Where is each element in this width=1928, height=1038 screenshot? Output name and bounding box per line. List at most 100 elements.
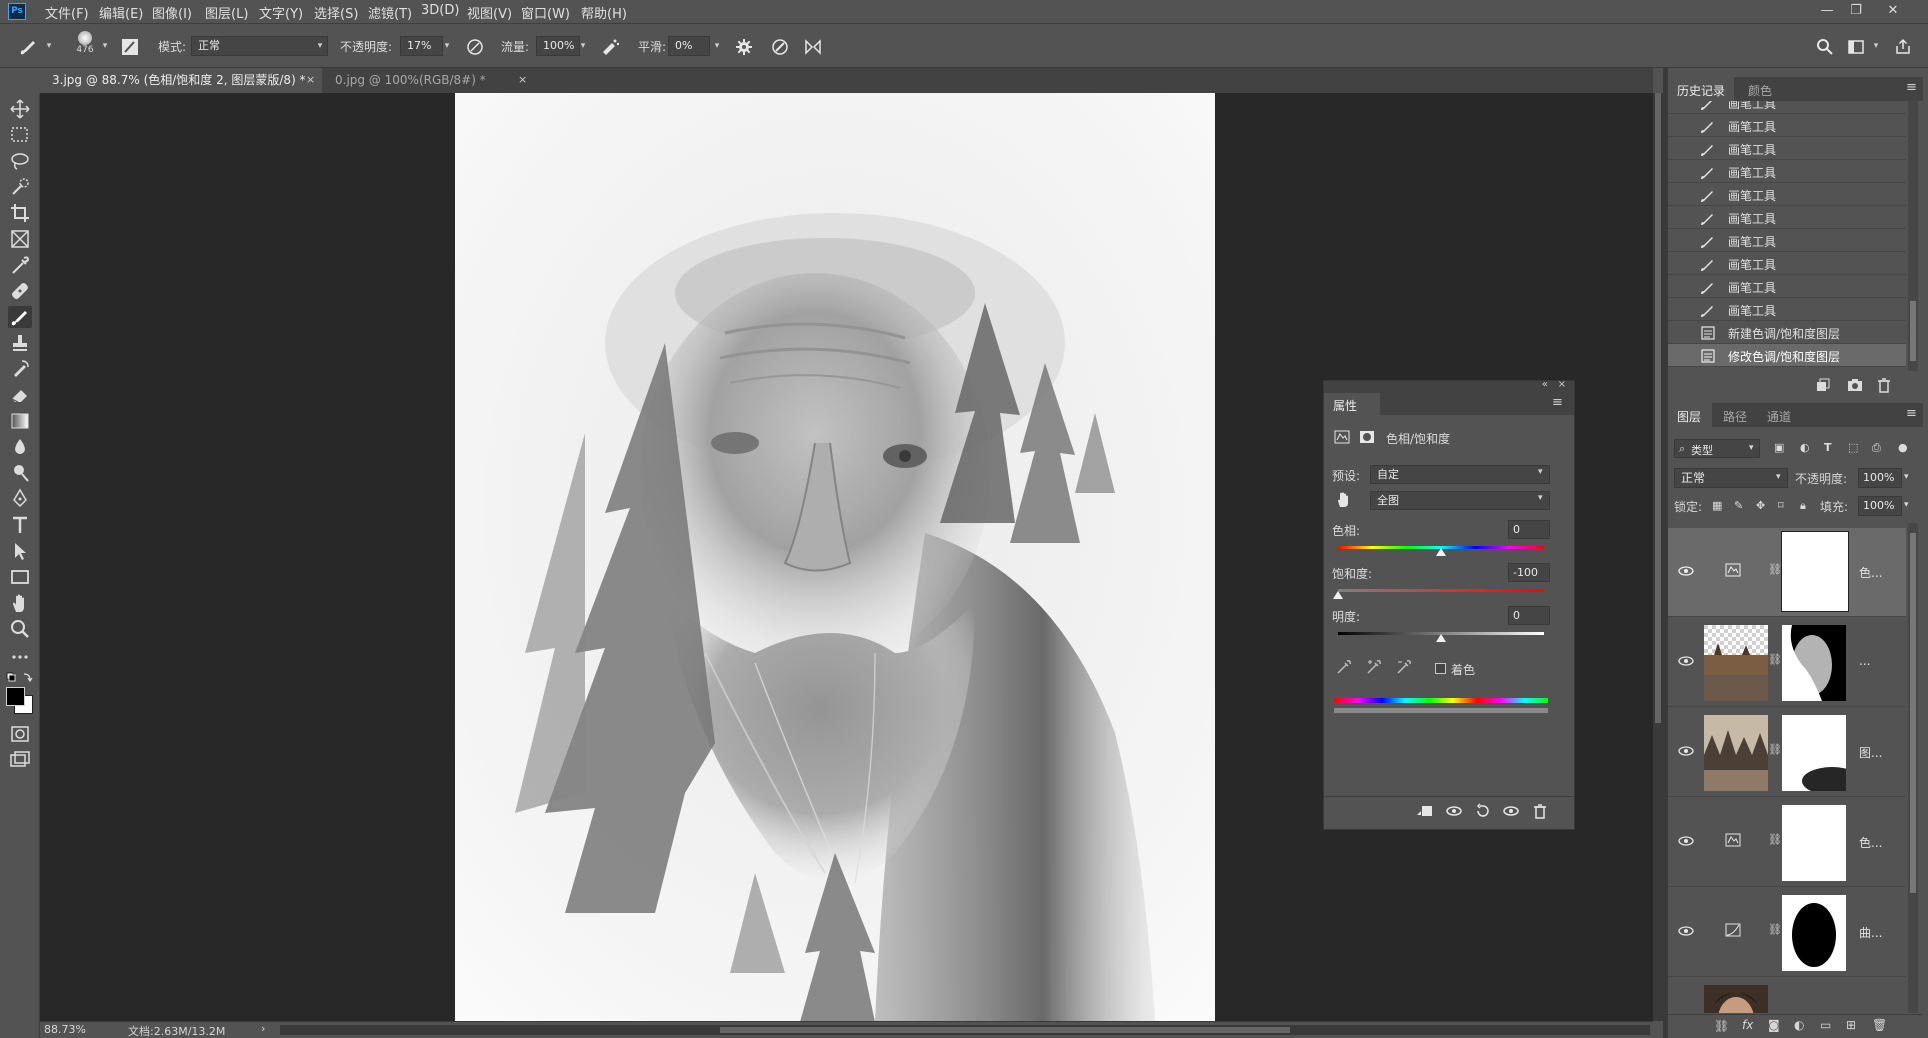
layer-name[interactable]: ... bbox=[1859, 654, 1870, 668]
panel-menu-icon[interactable]: ≡ bbox=[1552, 395, 1563, 410]
preset-select-arrow[interactable]: ▾ bbox=[1538, 467, 1543, 477]
menu-type[interactable]: 文字(Y) bbox=[259, 3, 303, 22]
layer-thumbnail[interactable] bbox=[1704, 625, 1768, 701]
mask-icon[interactable] bbox=[1359, 430, 1375, 444]
layer-row[interactable]: ⛓ 图... bbox=[1668, 708, 1906, 797]
tab-layers[interactable]: 图层 bbox=[1677, 408, 1701, 425]
gradient-icon[interactable] bbox=[8, 410, 32, 432]
trash-icon[interactable]: 🗑︎ bbox=[1872, 1018, 1887, 1032]
fill-field[interactable]: 100% bbox=[1858, 496, 1902, 516]
trash-icon[interactable] bbox=[1876, 377, 1892, 393]
brush-size-arrow[interactable]: ▾ bbox=[98, 36, 112, 56]
pen-icon[interactable] bbox=[8, 488, 32, 510]
minimize-button[interactable]: — bbox=[1817, 2, 1837, 20]
brush-icon[interactable] bbox=[18, 37, 38, 57]
close-window-button[interactable]: ✕ bbox=[1883, 2, 1903, 20]
brush-preset-picker[interactable]: 476 bbox=[73, 29, 97, 63]
layer-mask-thumbnail[interactable] bbox=[1782, 895, 1846, 971]
swap-colors-icon[interactable] bbox=[6, 671, 34, 685]
fx-icon[interactable]: fx bbox=[1742, 1018, 1753, 1032]
healing-icon[interactable] bbox=[8, 280, 32, 302]
airbrush-icon[interactable] bbox=[600, 37, 620, 57]
list-item-selected[interactable]: 修改色调/饱和度图层 bbox=[1668, 344, 1906, 367]
saturation-slider[interactable] bbox=[1338, 589, 1544, 592]
layer-row[interactable]: ⛓ 色... bbox=[1668, 798, 1906, 887]
pressure-opacity-icon[interactable] bbox=[465, 37, 485, 57]
opacity-field[interactable]: 17% bbox=[400, 36, 443, 56]
pressure-size-icon[interactable] bbox=[770, 37, 790, 57]
zoom-level[interactable]: 88.73% bbox=[44, 1023, 86, 1036]
list-item[interactable]: 画笔工具 bbox=[1668, 298, 1906, 321]
layer-opacity-field[interactable]: 100% bbox=[1858, 468, 1902, 488]
foreground-color-swatch[interactable] bbox=[6, 687, 25, 706]
rectangle-icon[interactable] bbox=[8, 566, 32, 588]
smoothing-field[interactable]: 0% bbox=[668, 36, 710, 56]
tab-properties[interactable]: 属性 bbox=[1333, 397, 1357, 414]
eyedropper-plus-icon[interactable] bbox=[1366, 659, 1382, 675]
fill-arrow[interactable]: ▾ bbox=[1904, 500, 1909, 510]
restore-button[interactable]: ❐ bbox=[1846, 2, 1866, 20]
eyedropper-minus-icon[interactable] bbox=[1396, 659, 1412, 675]
layer-name[interactable]: 色... bbox=[1859, 834, 1882, 851]
vertical-scrollbar[interactable] bbox=[1653, 93, 1663, 1021]
close-icon[interactable]: × bbox=[306, 68, 315, 92]
workspace-arrow[interactable]: ▾ bbox=[1869, 36, 1883, 56]
tab-channels[interactable]: 通道 bbox=[1767, 408, 1791, 425]
layer-mask-thumbnail[interactable] bbox=[1782, 715, 1846, 791]
eye-icon[interactable] bbox=[1678, 566, 1694, 576]
group-folder-icon[interactable]: ▭ bbox=[1820, 1018, 1831, 1032]
list-item[interactable]: 画笔工具 bbox=[1668, 160, 1906, 183]
tool-preset-arrow[interactable]: ▾ bbox=[42, 36, 56, 56]
channel-select[interactable]: 全图 bbox=[1370, 491, 1550, 510]
list-item[interactable]: 画笔工具 bbox=[1668, 229, 1906, 252]
list-item[interactable]: 画笔工具 bbox=[1668, 252, 1906, 275]
type-icon[interactable] bbox=[8, 514, 32, 536]
link-layers-icon[interactable]: ⛓ bbox=[1714, 1019, 1729, 1033]
workspace-icon[interactable] bbox=[1846, 37, 1866, 57]
opacity-arrow[interactable]: ▾ bbox=[440, 36, 454, 56]
properties-panel-header[interactable]: « × bbox=[1324, 379, 1574, 393]
on-image-adjust-icon[interactable] bbox=[1334, 491, 1352, 509]
flow-arrow[interactable]: ▾ bbox=[576, 36, 590, 56]
view-previous-icon[interactable] bbox=[1445, 803, 1463, 819]
lasso-icon[interactable] bbox=[8, 150, 32, 172]
layer-row[interactable]: ⛓ 曲... bbox=[1668, 888, 1906, 977]
marquee-icon[interactable] bbox=[8, 124, 32, 146]
layer-thumbnail[interactable] bbox=[1704, 985, 1768, 1013]
close-icon[interactable]: × bbox=[518, 68, 527, 92]
eye-icon[interactable] bbox=[1678, 746, 1694, 756]
menu-3d[interactable]: 3D(D) bbox=[421, 3, 459, 18]
eye-icon[interactable] bbox=[1678, 836, 1694, 846]
layer-mask-thumbnail[interactable] bbox=[1782, 805, 1846, 881]
new-layer-icon[interactable]: ⊞ bbox=[1846, 1018, 1856, 1032]
layer-filter-select[interactable]: ⌕ 类型 ▾ bbox=[1674, 439, 1760, 458]
trash-icon[interactable] bbox=[1531, 803, 1549, 819]
stamp-icon[interactable] bbox=[8, 332, 32, 354]
history-brush-icon[interactable] bbox=[8, 358, 32, 380]
list-item[interactable]: 画笔工具 bbox=[1668, 206, 1906, 229]
frame-icon[interactable] bbox=[8, 228, 32, 250]
reset-icon[interactable] bbox=[1474, 803, 1492, 819]
horizontal-scrollbar[interactable] bbox=[280, 1025, 1650, 1035]
eyedropper-icon[interactable] bbox=[1336, 659, 1352, 675]
channel-select-arrow[interactable]: ▾ bbox=[1538, 493, 1543, 503]
screen-mode-icon[interactable] bbox=[8, 749, 32, 771]
search-icon[interactable] bbox=[1815, 37, 1835, 57]
hue-slider-thumb[interactable] bbox=[1436, 548, 1446, 556]
eye-icon[interactable] bbox=[1678, 656, 1694, 666]
zoom-icon[interactable] bbox=[8, 618, 32, 640]
tab-paths[interactable]: 路径 bbox=[1723, 408, 1747, 425]
eraser-icon[interactable] bbox=[8, 384, 32, 406]
eye-icon[interactable] bbox=[1678, 926, 1694, 936]
clip-to-layer-icon[interactable] bbox=[1416, 803, 1434, 819]
menu-select[interactable]: 选择(S) bbox=[314, 3, 358, 22]
panel-menu-icon[interactable]: ≡ bbox=[1906, 406, 1917, 421]
link-icon[interactable]: ⛓ bbox=[1768, 743, 1782, 756]
eyedropper-icon[interactable] bbox=[8, 254, 32, 276]
flow-field[interactable]: 100% bbox=[536, 36, 580, 56]
tab-document-0[interactable]: 0.jpg @ 100%(RGB/8#) * × bbox=[323, 68, 541, 93]
list-item[interactable]: 画笔工具 bbox=[1668, 101, 1906, 114]
link-icon[interactable]: ⛓ bbox=[1768, 563, 1782, 576]
link-icon[interactable]: ⛓ bbox=[1768, 833, 1782, 846]
symmetry-icon[interactable] bbox=[803, 37, 823, 57]
